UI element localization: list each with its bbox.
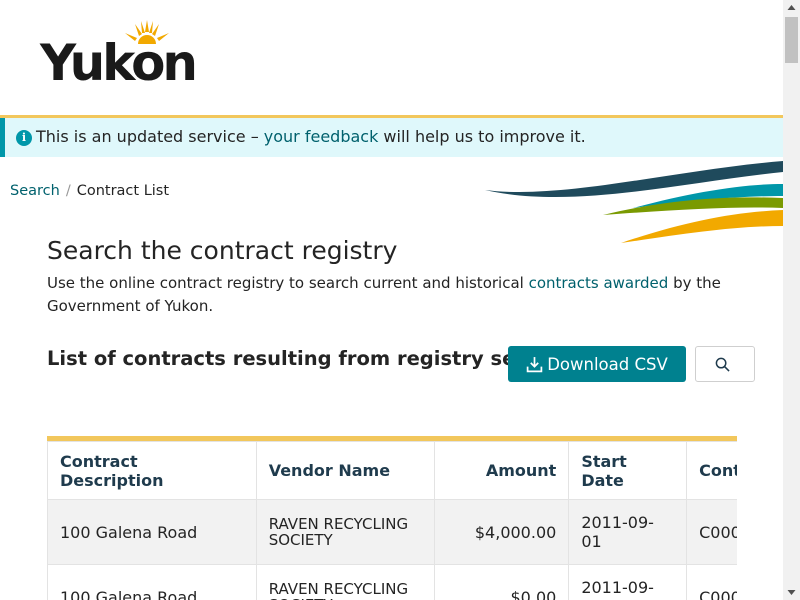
contracts-table: Contract Description Vendor Name Amount … [47,441,737,600]
banner-text: This is an updated service – your feedba… [36,127,586,146]
contracts-awarded-link[interactable]: contracts awarded [529,274,669,292]
breadcrumb-search-link[interactable]: Search [10,183,60,199]
column-header-description[interactable]: Contract Description [47,441,257,500]
page-title: Search the contract registry [47,236,398,265]
scroll-up-arrow-icon[interactable] [783,0,800,17]
search-icon [715,357,730,372]
column-header-start-date[interactable]: Start Date [568,441,688,500]
breadcrumb-separator: / [65,183,71,199]
breadcrumb-current: Contract List [76,183,170,199]
cell-vendor: RAVEN RECYCLING SOCIETY [255,564,436,600]
intro-paragraph: Use the online contract registry to sear… [47,272,727,318]
scrollbar-thumb[interactable] [785,17,798,63]
column-header-contract[interactable]: Contract [686,441,737,500]
contracts-table-container: Contract Description Vendor Name Amount … [47,436,737,600]
table-header-row: Contract Description Vendor Name Amount … [47,441,737,500]
search-button[interactable] [695,346,755,382]
info-icon: i [16,130,32,146]
cell-contract: C000 [686,564,737,600]
yukon-logo[interactable]: Yukon [40,20,205,90]
cell-start-date: 2011-09-01 [568,499,688,565]
cell-description: 100 Galena Road [47,499,257,565]
banner-text-before: This is an updated service – [36,127,264,146]
banner-text-after: will help us to improve it. [378,127,586,146]
download-icon [526,356,543,372]
feedback-link[interactable]: your feedback [264,127,379,146]
column-header-amount[interactable]: Amount [434,441,570,500]
cell-start-date: 2011-09-01 [568,564,688,600]
cell-description: 100 Galena Road [47,564,257,600]
site-header: Yukon [0,0,783,115]
breadcrumb: Search / Contract List [10,183,169,199]
results-heading: List of contracts resulting from registr… [47,347,564,370]
cell-vendor: RAVEN RECYCLING SOCIETY [255,499,436,565]
decorative-swoosh [485,161,783,243]
download-csv-label: Download CSV [547,354,668,374]
scroll-down-arrow-icon[interactable] [783,583,800,600]
cell-amount: $4,000.00 [434,499,570,565]
intro-text-before: Use the online contract registry to sear… [47,274,529,292]
column-header-vendor[interactable]: Vendor Name [255,441,436,500]
vertical-scrollbar[interactable] [783,0,800,600]
table-row[interactable]: 100 Galena Road RAVEN RECYCLING SOCIETY … [47,564,737,600]
cell-contract: C000 [686,499,737,565]
cell-amount: $0.00 [434,564,570,600]
download-csv-button[interactable]: Download CSV [508,346,686,382]
feedback-banner: i This is an updated service – your feed… [0,118,783,157]
table-row[interactable]: 100 Galena Road RAVEN RECYCLING SOCIETY … [47,499,737,565]
page: Yukon i This is an updated service – you… [0,0,783,600]
logo-wordmark: Yukon [40,34,198,92]
